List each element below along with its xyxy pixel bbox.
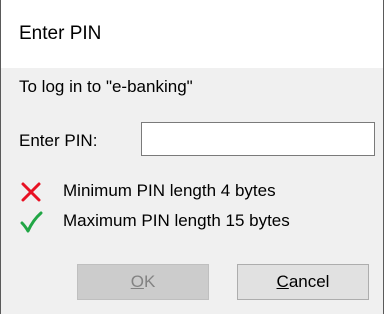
pin-field-label: Enter PIN: — [19, 131, 98, 150]
checkmark-icon — [20, 211, 43, 233]
cancel-button[interactable]: Cancel — [237, 264, 369, 300]
max-length-text: Maximum PIN length 15 bytes — [63, 211, 290, 230]
ok-button[interactable]: OK — [77, 264, 209, 300]
min-length-text: Minimum PIN length 4 bytes — [63, 181, 276, 200]
cross-icon — [21, 182, 41, 202]
ok-mnemonic: O — [130, 272, 144, 291]
pin-input[interactable] — [141, 122, 375, 156]
title-bar: Enter PIN — [1, 0, 383, 68]
enter-pin-dialog: Enter PIN To log in to "e-banking" Enter… — [0, 0, 384, 314]
login-target-text: To log in to "e-banking" — [19, 77, 193, 96]
cancel-mnemonic: C — [276, 272, 289, 291]
dialog-title: Enter PIN — [19, 23, 102, 44]
cancel-label-rest: ancel — [288, 272, 330, 291]
ok-label-rest: K — [143, 272, 156, 291]
